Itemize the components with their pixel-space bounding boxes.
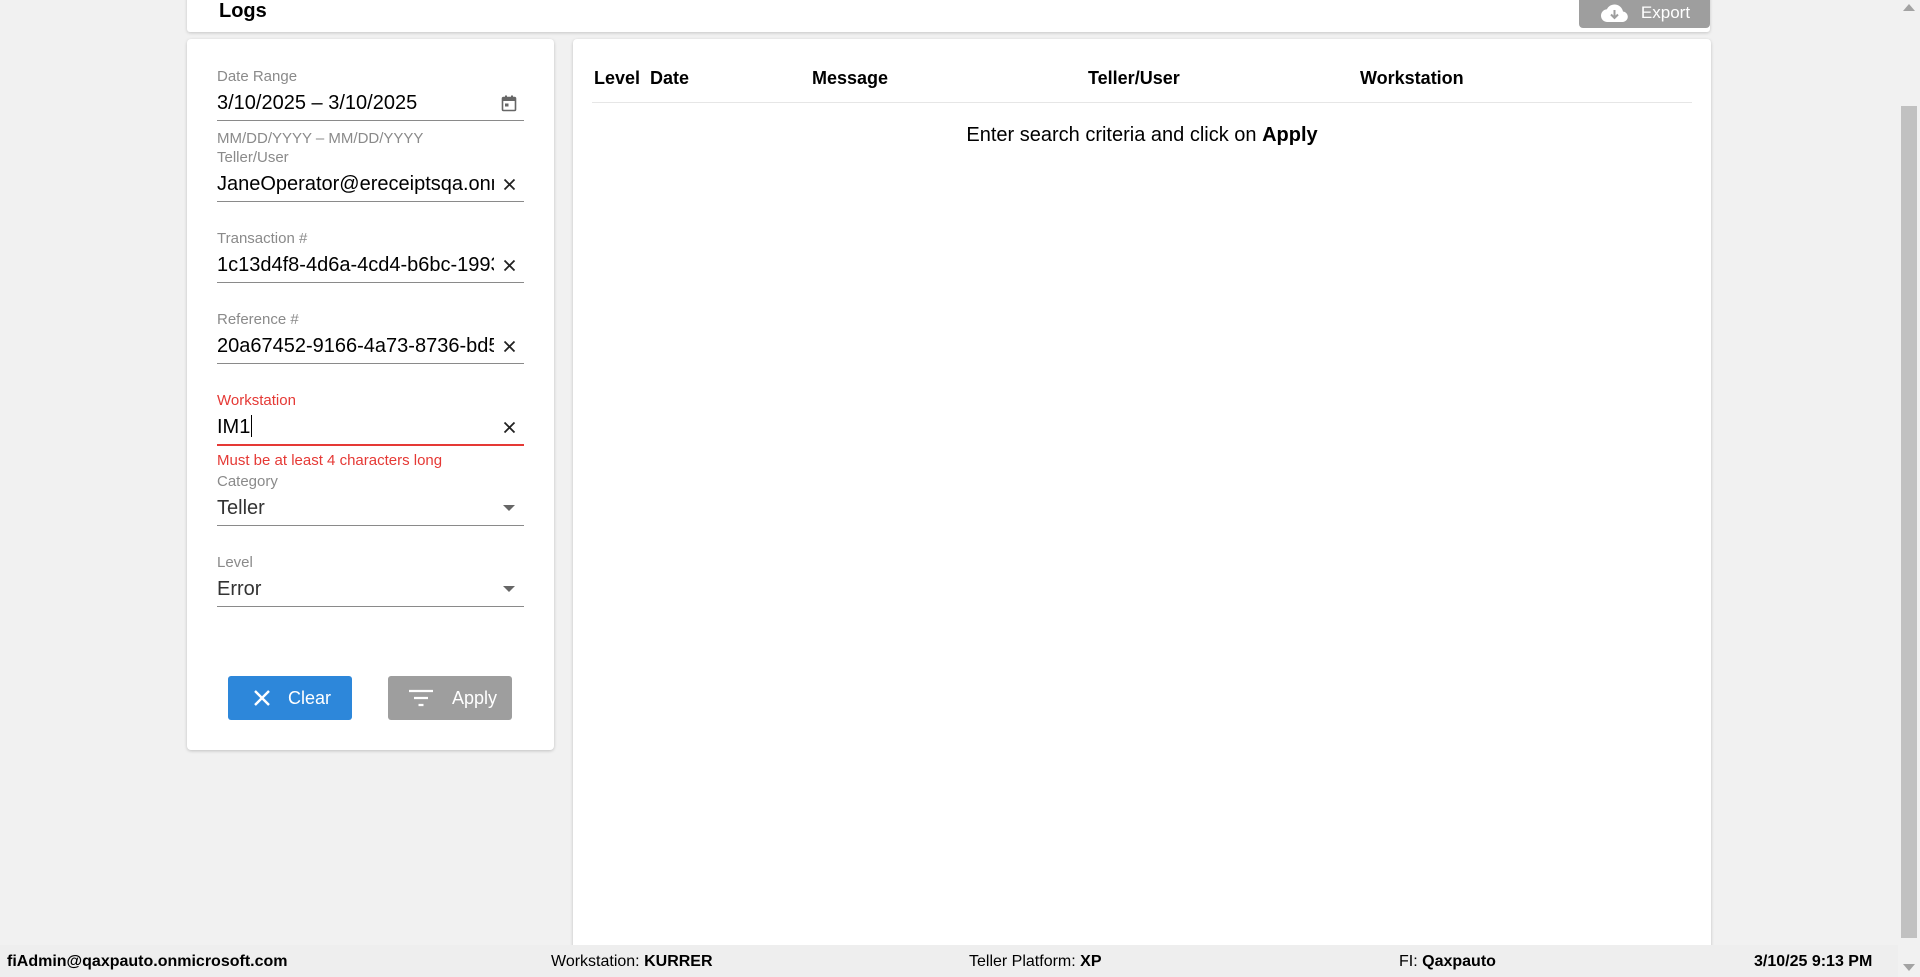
scroll-up-arrow-icon[interactable] bbox=[1903, 4, 1915, 11]
column-header-teller-user[interactable]: Teller/User bbox=[1088, 68, 1180, 89]
apply-label: Apply bbox=[452, 687, 498, 708]
reference-input[interactable]: 20a67452-9166-4a73-8736-bd5 bbox=[217, 329, 524, 364]
results-table-header: Level Date Message Teller/User Workstati… bbox=[592, 62, 1692, 103]
dropdown-arrow-icon[interactable] bbox=[500, 499, 518, 517]
level-field[interactable]: Level Error bbox=[217, 554, 524, 607]
status-platform-label: Teller Platform: bbox=[969, 953, 1076, 970]
filter-icon bbox=[409, 689, 433, 707]
page-scrollbar[interactable] bbox=[1898, 0, 1920, 977]
column-header-date[interactable]: Date bbox=[650, 68, 689, 89]
workstation-label: Workstation bbox=[217, 392, 296, 409]
date-range-label: Date Range bbox=[217, 68, 298, 85]
reference-value: 20a67452-9166-4a73-8736-bd5 bbox=[217, 335, 494, 357]
status-datetime: 3/10/25 9:13 PM bbox=[1754, 953, 1873, 970]
close-icon[interactable] bbox=[500, 175, 518, 193]
status-user: fiAdmin@qaxpauto.onmicrosoft.com bbox=[7, 953, 288, 970]
level-value: Error bbox=[217, 578, 262, 600]
close-icon[interactable] bbox=[500, 418, 518, 436]
workstation-value: IM1 bbox=[217, 414, 494, 440]
scroll-down-arrow-icon[interactable] bbox=[1903, 964, 1915, 971]
category-value: Teller bbox=[217, 497, 265, 519]
clear-label: Clear bbox=[288, 687, 332, 708]
scroll-thumb[interactable] bbox=[1901, 106, 1917, 938]
date-range-field[interactable]: Date Range 3/10/2025 – 3/10/2025 MM/DD/Y… bbox=[217, 68, 524, 148]
category-select[interactable]: Teller bbox=[217, 491, 524, 526]
reference-field[interactable]: Reference # 20a67452-9166-4a73-8736-bd5 bbox=[217, 311, 524, 364]
workstation-input[interactable]: IM1 bbox=[217, 410, 524, 446]
level-select[interactable]: Error bbox=[217, 572, 524, 607]
calendar-icon[interactable] bbox=[500, 94, 518, 112]
status-platform: Teller Platform: XP bbox=[969, 953, 1102, 971]
page-title: Logs bbox=[219, 0, 267, 22]
teller-user-value: JaneOperator@ereceiptsqa.onmicrosoft.com bbox=[217, 173, 494, 195]
transaction-input[interactable]: 1c13d4f8-4d6a-4cd4-b6bc-1993 bbox=[217, 248, 524, 283]
teller-user-label: Teller/User bbox=[217, 149, 289, 166]
status-fi: FI: Qaxpauto bbox=[1399, 953, 1496, 971]
teller-user-input[interactable]: JaneOperator@ereceiptsqa.onmicrosoft.com bbox=[217, 167, 524, 202]
clear-button[interactable]: Clear bbox=[228, 676, 352, 720]
status-workstation: Workstation: KURRER bbox=[551, 953, 713, 971]
export-label: Export bbox=[1640, 2, 1691, 22]
teller-user-field[interactable]: Teller/User JaneOperator@ereceiptsqa.onm… bbox=[217, 149, 524, 202]
workstation-field[interactable]: Workstation IM1 Must be at least 4 chara… bbox=[217, 392, 524, 470]
workstation-error: Must be at least 4 characters long bbox=[217, 452, 443, 469]
filter-panel: Date Range 3/10/2025 – 3/10/2025 MM/DD/Y… bbox=[187, 39, 554, 750]
status-workstation-label: Workstation: bbox=[551, 953, 640, 970]
status-fi-value: Qaxpauto bbox=[1422, 953, 1496, 970]
results-panel: Level Date Message Teller/User Workstati… bbox=[573, 39, 1711, 977]
empty-state-text: Enter search criteria and click on bbox=[966, 124, 1263, 146]
column-header-workstation[interactable]: Workstation bbox=[1360, 68, 1464, 89]
transaction-label: Transaction # bbox=[217, 230, 308, 247]
level-label: Level bbox=[217, 554, 253, 571]
transaction-field[interactable]: Transaction # 1c13d4f8-4d6a-4cd4-b6bc-19… bbox=[217, 230, 524, 283]
category-field[interactable]: Category Teller bbox=[217, 473, 524, 526]
status-platform-value: XP bbox=[1080, 953, 1102, 970]
transaction-value: 1c13d4f8-4d6a-4cd4-b6bc-1993 bbox=[217, 254, 494, 276]
column-header-message[interactable]: Message bbox=[812, 68, 888, 89]
category-label: Category bbox=[217, 473, 278, 490]
date-range-value: 3/10/2025 – 3/10/2025 bbox=[217, 92, 418, 114]
close-icon[interactable] bbox=[500, 337, 518, 355]
status-bar: fiAdmin@qaxpauto.onmicrosoft.com Worksta… bbox=[0, 945, 1898, 977]
cloud-download-icon bbox=[1600, 4, 1628, 22]
close-icon[interactable] bbox=[500, 256, 518, 274]
close-icon bbox=[254, 690, 270, 706]
status-fi-label: FI: bbox=[1399, 953, 1418, 970]
date-range-helper: MM/DD/YYYY – MM/DD/YYYY bbox=[217, 130, 424, 147]
empty-state-action: Apply bbox=[1262, 124, 1318, 146]
header-bar: Logs Export bbox=[187, 0, 1710, 32]
date-range-input[interactable]: 3/10/2025 – 3/10/2025 bbox=[217, 86, 524, 121]
export-button[interactable]: Export bbox=[1579, 0, 1710, 28]
empty-state-message: Enter search criteria and click on Apply bbox=[573, 124, 1711, 147]
column-header-level[interactable]: Level bbox=[594, 68, 640, 89]
dropdown-arrow-icon[interactable] bbox=[500, 580, 518, 598]
status-workstation-value: KURRER bbox=[644, 953, 713, 970]
reference-label: Reference # bbox=[217, 311, 299, 328]
apply-button[interactable]: Apply bbox=[388, 676, 512, 720]
